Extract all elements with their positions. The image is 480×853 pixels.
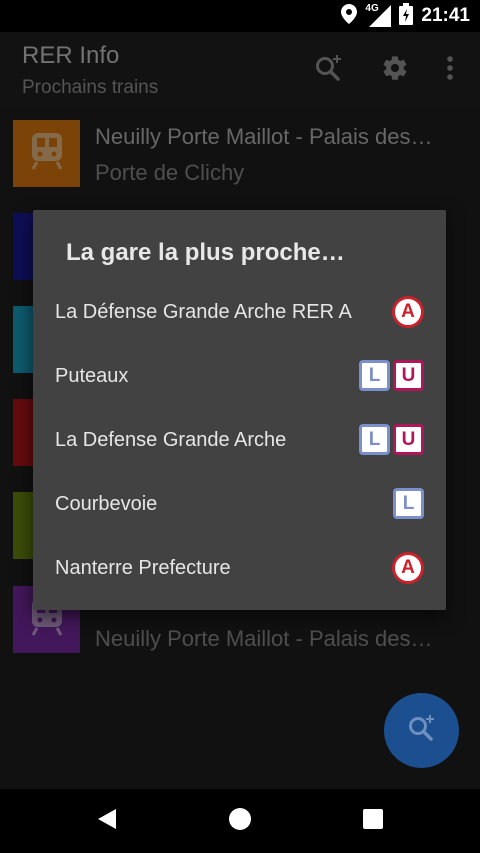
station-item[interactable]: Puteaux L U bbox=[33, 345, 446, 409]
system-nav-bar bbox=[0, 789, 480, 853]
station-name: Courbevoie bbox=[55, 493, 158, 515]
battery-icon bbox=[399, 2, 414, 30]
recents-button[interactable] bbox=[353, 801, 393, 841]
dialog-title: La gare la plus proche… bbox=[66, 239, 345, 266]
station-name: Nanterre Prefecture bbox=[55, 557, 231, 579]
nearest-station-dialog: La gare la plus proche… La Défense Grand… bbox=[33, 210, 446, 610]
transilien-l-badge-icon: L bbox=[359, 424, 390, 455]
location-icon bbox=[341, 3, 358, 29]
station-item[interactable]: Courbevoie L bbox=[33, 473, 446, 537]
station-item[interactable]: La Defense Grande Arche L U bbox=[33, 409, 446, 473]
transilien-u-badge-icon: U bbox=[393, 424, 424, 455]
rer-a-badge-icon: A bbox=[392, 296, 424, 328]
rer-a-badge-icon: A bbox=[392, 552, 424, 584]
station-item[interactable]: Nanterre Prefecture A bbox=[33, 537, 446, 601]
search-add-icon bbox=[407, 713, 437, 748]
home-icon bbox=[228, 807, 252, 836]
home-button[interactable] bbox=[220, 801, 260, 841]
back-button[interactable] bbox=[87, 801, 127, 841]
signal-icon: 4G bbox=[365, 3, 392, 27]
transilien-l-badge-icon: L bbox=[393, 488, 424, 519]
station-name: La Défense Grande Arche RER A bbox=[55, 301, 352, 323]
station-name: La Defense Grande Arche bbox=[55, 429, 287, 451]
back-icon bbox=[96, 807, 118, 836]
transilien-l-badge-icon: L bbox=[359, 360, 390, 391]
network-label: 4G bbox=[365, 3, 379, 14]
status-bar: 4G 21:41 bbox=[0, 0, 480, 32]
status-clock: 21:41 bbox=[421, 5, 470, 26]
recents-icon bbox=[362, 808, 384, 835]
station-name: Puteaux bbox=[55, 365, 129, 387]
station-item[interactable]: La Défense Grande Arche RER A A bbox=[33, 281, 446, 345]
search-fab[interactable] bbox=[384, 693, 459, 768]
transilien-u-badge-icon: U bbox=[393, 360, 424, 391]
